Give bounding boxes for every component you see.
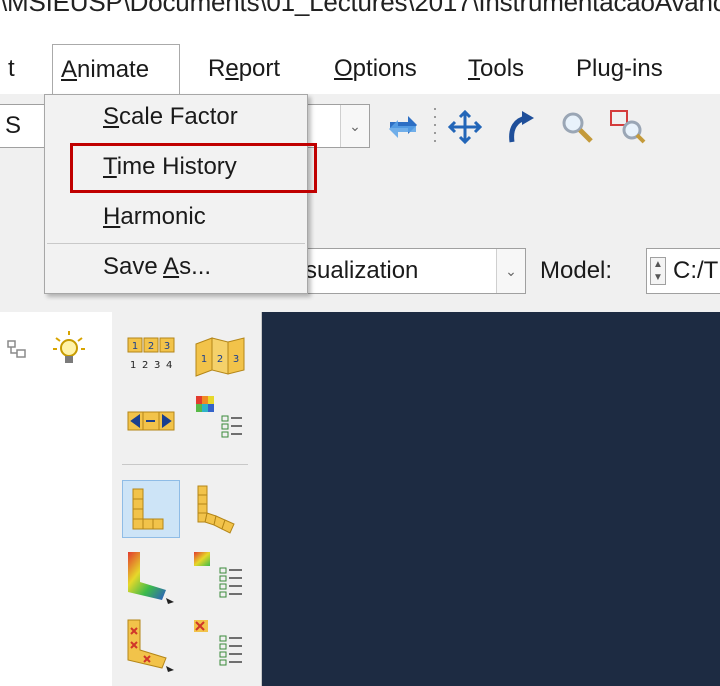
numbered-nodes-icon[interactable]: 1 2 3 1 2 3 4 <box>122 328 180 386</box>
symbol-plot-icon[interactable] <box>122 616 180 674</box>
deformed-shape-icon[interactable] <box>190 480 248 538</box>
menu-item-scale-factor[interactable]: Scale Factor <box>45 97 307 137</box>
window-title: \MSIEUSP\Documents\01_Lectures\2017\Inst… <box>0 0 720 40</box>
svg-text:1: 1 <box>130 360 136 371</box>
graphics-viewport[interactable] <box>262 312 720 686</box>
svg-text:3: 3 <box>154 360 160 371</box>
toolbox: 1 2 3 1 2 3 4 1 2 3 <box>112 312 262 686</box>
model-combo[interactable]: ▲ ▼ C:/T <box>646 248 720 294</box>
menu-bar: t Animate Report Options Tools Plug-ins <box>0 44 720 94</box>
menu-animate[interactable]: Animate <box>52 44 180 94</box>
highlight-box <box>70 143 317 193</box>
menu-report[interactable]: Report <box>208 44 280 94</box>
lightbulb-icon[interactable] <box>52 330 86 366</box>
menu-tools[interactable]: Tools <box>468 44 524 94</box>
constraint-view-icon[interactable] <box>122 392 180 450</box>
magnify-icon[interactable] <box>556 106 598 148</box>
animate-menu: Scale Factor Time History Harmonic Save … <box>44 94 308 294</box>
svg-text:4: 4 <box>166 360 172 371</box>
move-icon[interactable] <box>444 106 486 148</box>
menu-item-save-as[interactable]: Save As... <box>45 247 307 287</box>
menu-options[interactable]: Options <box>334 44 417 94</box>
menu-separator <box>47 243 305 244</box>
svg-text:3: 3 <box>164 341 170 352</box>
numbered-elements-icon[interactable]: 1 2 3 <box>190 328 248 386</box>
svg-text:1: 1 <box>132 341 138 352</box>
contour-legend-icon[interactable] <box>190 548 248 606</box>
contour-plot-icon[interactable] <box>122 548 180 606</box>
svg-text:2: 2 <box>142 360 148 371</box>
symbol-legend-icon[interactable] <box>190 616 248 674</box>
menu-plugins[interactable]: Plug-ins <box>576 44 663 94</box>
undeformed-shape-icon[interactable] <box>122 480 180 538</box>
model-tree-panel <box>0 312 112 686</box>
chevron-down-icon[interactable]: ⌄ <box>340 105 369 147</box>
contour-options-icon[interactable] <box>190 392 248 450</box>
chevron-down-icon[interactable]: ⌄ <box>496 249 525 293</box>
svg-text:2: 2 <box>217 354 223 365</box>
box-zoom-icon[interactable] <box>606 106 648 148</box>
toolbar-grip <box>432 104 438 152</box>
toolbox-separator <box>122 464 248 465</box>
menu-item-harmonic[interactable]: Harmonic <box>45 197 307 237</box>
model-label: Model: <box>540 257 613 284</box>
menu-result[interactable]: t <box>8 44 15 94</box>
svg-text:3: 3 <box>233 354 239 365</box>
tree-filter-icon[interactable] <box>6 338 28 360</box>
spinner-icon[interactable]: ▲ ▼ <box>650 257 666 285</box>
sync-icon[interactable] <box>382 106 424 148</box>
svg-text:2: 2 <box>148 341 154 352</box>
rotate-icon[interactable] <box>500 106 542 148</box>
svg-text:1: 1 <box>201 354 207 365</box>
